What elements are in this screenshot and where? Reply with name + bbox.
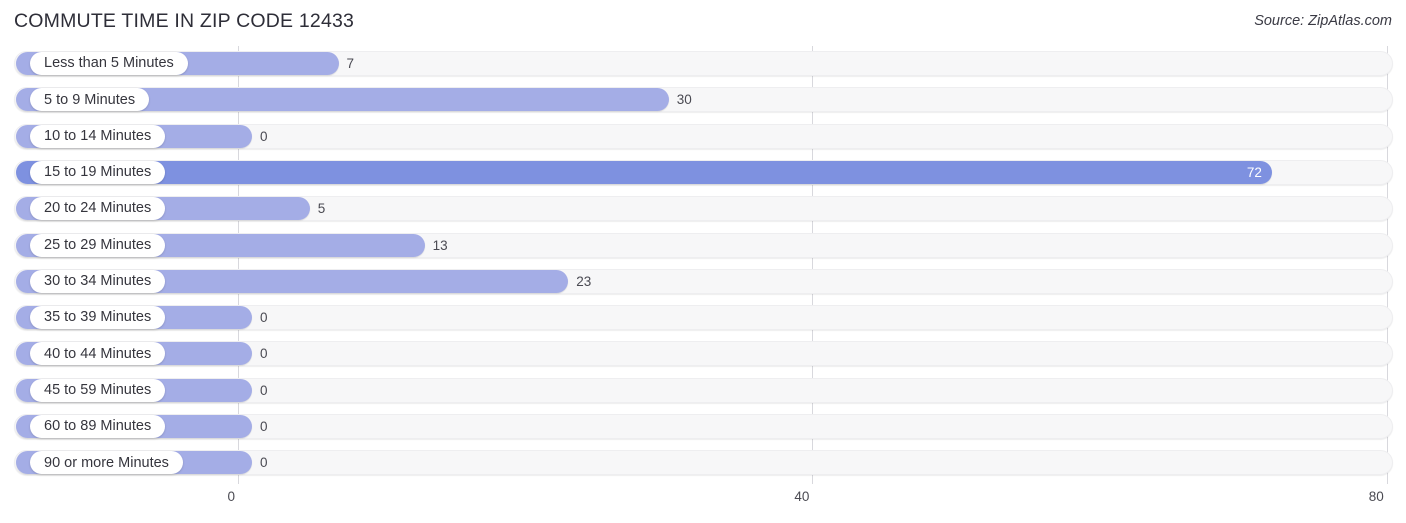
category-label-pill: 20 to 24 Minutes xyxy=(30,197,166,221)
category-label-pill: 30 to 34 Minutes xyxy=(30,269,166,293)
bar-row[interactable]: 40 to 44 Minutes 0 xyxy=(14,341,1393,367)
category-label: 40 to 44 Minutes xyxy=(44,345,152,362)
category-label: 45 to 59 Minutes xyxy=(44,381,152,398)
category-label: 5 to 9 Minutes xyxy=(44,91,136,108)
category-label: 60 to 89 Minutes xyxy=(44,418,152,435)
bar-value-label: 5 xyxy=(317,201,326,217)
x-tick-label: 0 xyxy=(227,489,235,504)
category-label: Less than 5 Minutes xyxy=(44,55,174,72)
x-axis: 0 40 80 xyxy=(0,484,1406,523)
category-label-pill: Less than 5 Minutes xyxy=(30,52,188,75)
chart-plot-area: Less than 5 Minutes 7 5 to 9 Minutes 30 10 t… xyxy=(0,44,1406,484)
category-label-pill: 60 to 89 Minutes xyxy=(30,415,166,438)
category-label-pill: 90 or more Minutes xyxy=(30,451,183,475)
category-label-pill: 10 to 14 Minutes xyxy=(30,124,166,148)
bar-row[interactable]: 35 to 39 Minutes 0 xyxy=(14,305,1393,331)
bar-value-label: 0 xyxy=(260,382,268,398)
category-label-pill: 40 to 44 Minutes xyxy=(30,342,166,366)
category-label: 30 to 34 Minutes xyxy=(44,273,152,290)
bar-value-label: 23 xyxy=(576,273,592,289)
bar-value-label: 0 xyxy=(260,455,268,471)
bar-value-label: 0 xyxy=(260,419,268,434)
bar-row[interactable]: 90 or more Minutes 0 xyxy=(14,450,1393,476)
bar-value-label: 0 xyxy=(260,128,268,144)
bar-value-label: 13 xyxy=(432,237,448,253)
category-label: 90 or more Minutes xyxy=(44,454,169,471)
source-attribution: Source: ZipAtlas.com xyxy=(1254,13,1392,29)
category-label: 35 to 39 Minutes xyxy=(44,309,152,326)
bar-row[interactable]: 15 to 19 Minutes 72 xyxy=(14,159,1393,185)
chart-header: COMMUTE TIME IN ZIP CODE 12433 Source: Z… xyxy=(0,0,1406,44)
bar[interactable] xyxy=(16,160,1272,184)
x-tick-label: 80 xyxy=(1368,489,1384,504)
bar-value-label: 7 xyxy=(346,56,355,71)
bar-value-label: 72 xyxy=(1246,164,1262,180)
category-label: 15 to 19 Minutes xyxy=(44,164,152,181)
bar-row[interactable]: 5 to 9 Minutes 30 xyxy=(14,87,1393,113)
bar-row[interactable]: 25 to 29 Minutes 13 xyxy=(14,232,1393,258)
bar-value-label: 30 xyxy=(676,92,692,108)
category-label-pill: 25 to 29 Minutes xyxy=(30,233,166,257)
bar-value-label: 0 xyxy=(260,346,268,362)
category-label: 10 to 14 Minutes xyxy=(44,127,152,144)
bar-row[interactable]: Less than 5 Minutes 7 xyxy=(14,51,1393,76)
category-label-pill: 15 to 19 Minutes xyxy=(30,160,166,184)
bar-row[interactable]: 45 to 59 Minutes 0 xyxy=(14,377,1393,403)
bar-row[interactable]: 30 to 34 Minutes 23 xyxy=(14,268,1393,294)
bar-row[interactable]: 60 to 89 Minutes 0 xyxy=(14,414,1393,439)
x-tick-label: 40 xyxy=(794,489,810,504)
bar-rows: Less than 5 Minutes 7 5 to 9 Minutes 30 10 t… xyxy=(0,44,1406,484)
category-label-pill: 35 to 39 Minutes xyxy=(30,306,166,330)
category-label-pill: 45 to 59 Minutes xyxy=(30,378,166,402)
category-label: 20 to 24 Minutes xyxy=(44,200,152,217)
category-label: 25 to 29 Minutes xyxy=(44,236,152,253)
category-label-pill: 5 to 9 Minutes xyxy=(30,88,150,112)
bar-row[interactable]: 20 to 24 Minutes 5 xyxy=(14,196,1393,222)
bar-value-label: 0 xyxy=(260,310,268,326)
bar-row[interactable]: 10 to 14 Minutes 0 xyxy=(14,123,1393,149)
page-title: COMMUTE TIME IN ZIP CODE 12433 xyxy=(14,10,355,32)
